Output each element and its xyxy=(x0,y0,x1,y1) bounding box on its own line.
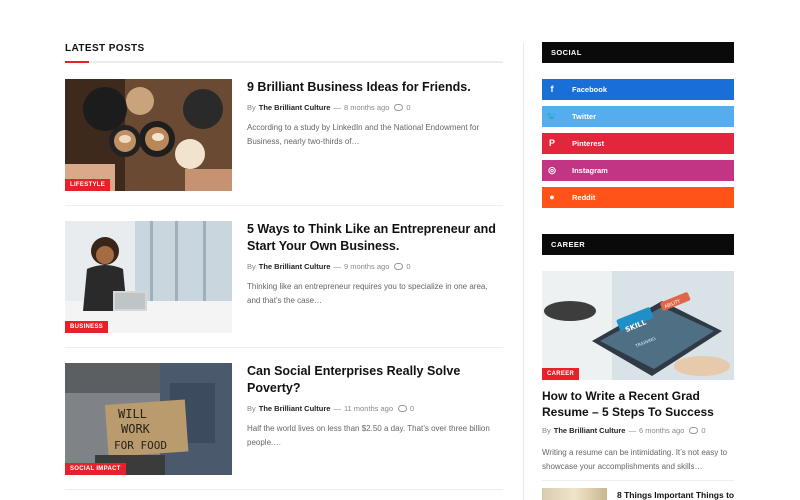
social-label: Reddit xyxy=(572,193,596,202)
social-widget-heading: SOCIAL xyxy=(542,42,734,63)
category-badge[interactable]: SOCIAL IMPACT xyxy=(65,463,126,475)
comment-count[interactable]: 0 xyxy=(406,103,410,112)
comment-count[interactable]: 0 xyxy=(701,426,705,435)
career-post-title[interactable]: How to Write a Recent Grad Resume – 5 St… xyxy=(542,388,738,420)
by-label: By xyxy=(247,262,256,271)
post-date: 8 months ago xyxy=(343,103,390,112)
post-title[interactable]: 5 Ways to Think Like an Entrepreneur and… xyxy=(247,221,503,255)
category-badge[interactable]: CAREER xyxy=(542,368,580,380)
sidebar-divider xyxy=(523,43,524,500)
comment-icon[interactable] xyxy=(394,104,404,111)
sign-line-1: WILL xyxy=(118,407,147,421)
instagram-icon: ◎ xyxy=(548,165,556,175)
post-meta: By The Brilliant Culture — 11 months ago… xyxy=(247,404,503,413)
post-meta: By The Brilliant Culture — 6 months ago … xyxy=(542,426,706,435)
post-divider xyxy=(65,205,503,206)
social-instagram-button[interactable]: ◎ Instagram xyxy=(542,160,734,181)
post-thumbnail-poverty[interactable]: WILL WORK FOR FOOD SOCIAL IMPACT xyxy=(65,363,232,475)
post-date: 11 months ago xyxy=(343,404,393,413)
comment-icon[interactable] xyxy=(398,405,407,412)
by-label: By xyxy=(542,426,551,435)
comment-icon[interactable] xyxy=(689,427,699,434)
social-label: Pinterest xyxy=(572,139,605,148)
next-post-thumbnail[interactable] xyxy=(542,488,607,500)
by-label: By xyxy=(247,404,256,413)
post-divider xyxy=(65,347,503,348)
meta-dash: — xyxy=(628,426,636,435)
social-twitter-button[interactable]: 🐦 Twitter xyxy=(542,106,734,127)
post-thumbnail-coffee[interactable]: LIFESTYLE xyxy=(65,79,232,191)
category-badge[interactable]: LIFESTYLE xyxy=(65,179,111,191)
next-post-title[interactable]: 8 Things Important Things to xyxy=(617,490,734,500)
twitter-icon: 🐦 xyxy=(546,111,558,121)
post-thumbnail-entrepreneur[interactable]: BUSINESS xyxy=(65,221,232,333)
post-excerpt: Thinking like an entrepreneur requires y… xyxy=(247,282,488,305)
social-label: Facebook xyxy=(572,85,608,94)
post-excerpt: Writing a resume can be intimidating. It… xyxy=(542,448,728,471)
post-excerpt: According to a study by LinkedIn and the… xyxy=(247,123,480,146)
facebook-icon: f xyxy=(550,84,554,94)
sign-line-3: FOR FOOD xyxy=(114,439,167,452)
by-label: By xyxy=(247,103,256,112)
author-link[interactable]: The Brilliant Culture xyxy=(554,426,626,435)
latest-posts-heading: LATEST POSTS xyxy=(65,43,145,54)
career-thumbnail[interactable]: SKILL TRAINING ABILITY CAREER xyxy=(542,271,734,380)
category-badge[interactable]: BUSINESS xyxy=(65,321,109,333)
post-excerpt: Half the world lives on less than $2.50 … xyxy=(247,424,490,447)
post-meta: By The Brilliant Culture — 9 months ago … xyxy=(247,262,503,271)
post-meta: By The Brilliant Culture — 8 months ago … xyxy=(247,103,503,112)
post-card: WILL WORK FOR FOOD SOCIAL IMPACT Can Soc… xyxy=(65,363,503,475)
meta-dash: — xyxy=(333,103,341,112)
author-link[interactable]: The Brilliant Culture xyxy=(259,103,331,112)
social-label: Twitter xyxy=(572,112,597,121)
post-title[interactable]: Can Social Enterprises Really Solve Pove… xyxy=(247,363,503,397)
post-card: BUSINESS 5 Ways to Think Like an Entrepr… xyxy=(65,221,503,333)
comment-icon[interactable] xyxy=(394,263,404,270)
author-link[interactable]: The Brilliant Culture xyxy=(259,404,331,413)
comment-count[interactable]: 0 xyxy=(410,404,414,413)
meta-dash: — xyxy=(333,262,341,271)
social-reddit-button[interactable]: ● Reddit xyxy=(542,187,734,208)
career-widget-heading: CAREER xyxy=(542,234,734,255)
post-date: 9 months ago xyxy=(343,262,390,271)
post-title[interactable]: 9 Brilliant Business Ideas for Friends. xyxy=(247,79,503,96)
post-divider xyxy=(542,480,734,481)
sign-line-2: WORK xyxy=(121,422,151,436)
author-link[interactable]: The Brilliant Culture xyxy=(259,262,331,271)
pinterest-icon: P xyxy=(548,138,555,148)
meta-dash: — xyxy=(333,404,341,413)
social-facebook-button[interactable]: f Facebook xyxy=(542,79,734,100)
social-pinterest-button[interactable]: P Pinterest xyxy=(542,133,734,154)
reddit-icon: ● xyxy=(549,192,555,202)
section-divider xyxy=(65,61,503,63)
post-date: 6 months ago xyxy=(638,426,685,435)
post-divider xyxy=(65,489,503,490)
comment-count[interactable]: 0 xyxy=(406,262,410,271)
post-card: LIFESTYLE 9 Brilliant Business Ideas for… xyxy=(65,79,503,191)
social-label: Instagram xyxy=(572,166,608,175)
